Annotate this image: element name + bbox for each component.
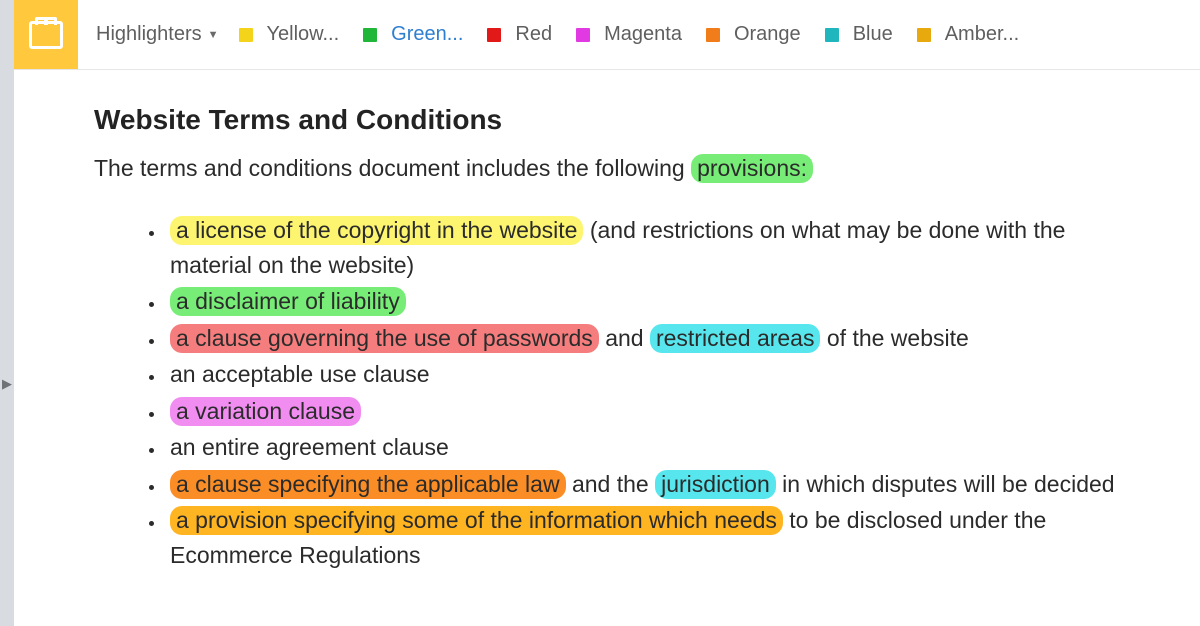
highlighter-option[interactable]: Red [475,23,564,46]
text-run: an acceptable use clause [170,361,430,387]
highlighter-option[interactable]: Green... [351,23,475,46]
color-swatch-icon [487,28,501,42]
highlighted-text[interactable]: a variation clause [170,397,361,426]
list-item: an acceptable use clause [166,357,1150,392]
list-item: a license of the copyright in the websit… [166,213,1150,282]
highlighters-group-dropdown[interactable]: Highlighters ▼ [96,23,227,46]
list-item: a clause governing the use of passwords … [166,321,1150,356]
highlighted-text[interactable]: a disclaimer of liability [170,287,406,316]
highlighted-text[interactable]: a clause specifying the applicable law [170,470,566,499]
chevron-down-icon: ▼ [208,29,219,41]
collapsed-side-panel[interactable]: ▶ [0,0,14,626]
brand-icon [29,21,63,49]
lead-paragraph: The terms and conditions document includ… [94,152,1150,185]
expand-panel-icon[interactable]: ▶ [2,376,12,392]
highlighter-option[interactable]: Amber... [905,23,1031,46]
color-swatch-icon [576,28,590,42]
text-run: and the [566,471,656,497]
lead-text: The terms and conditions document includ… [94,155,691,181]
list-item: a disclaimer of liability [166,284,1150,319]
highlighted-text[interactable]: a provision specifying some of the infor… [170,506,783,535]
highlighter-controls: Highlighters ▼ Yellow... Green... Red Magen… [78,0,1031,69]
highlighter-items: Yellow... Green... Red Magenta Orange Blue Amb… [227,23,1032,46]
main-column: Highlighters ▼ Yellow... Green... Red Magen… [14,0,1200,626]
list-item: a clause specifying the applicable law a… [166,467,1150,502]
page-title: Website Terms and Conditions [94,104,1150,136]
highlighter-option-label: Green... [391,23,463,46]
highlighter-option[interactable]: Yellow... [227,23,352,46]
text-run: an entire agreement clause [170,434,449,460]
document-body: Website Terms and Conditions The terms a… [14,70,1200,594]
text-run: and [599,325,650,351]
highlighter-option-label: Orange [734,23,801,46]
color-swatch-icon [706,28,720,42]
highlighter-option[interactable]: Magenta [564,23,694,46]
app-brand-button[interactable] [14,0,78,69]
highlighted-text[interactable]: a clause governing the use of passwords [170,324,599,353]
highlighters-group-label: Highlighters [96,23,202,46]
app-root: ▶ Highlighters ▼ Yellow... Green... Red Mag… [0,0,1200,626]
highlighter-option[interactable]: Orange [694,23,813,46]
highlighter-option-label: Red [515,23,552,46]
highlighter-option-label: Blue [853,23,893,46]
color-swatch-icon [363,28,377,42]
text-run: in which disputes will be decided [776,471,1115,497]
highlighter-option-label: Magenta [604,23,682,46]
highlighter-option-label: Amber... [945,23,1019,46]
color-swatch-icon [917,28,931,42]
highlighted-text[interactable]: provisions: [691,154,813,183]
list-item: an entire agreement clause [166,430,1150,465]
highlighted-text[interactable]: a license of the copyright in the websit… [170,216,583,245]
document-scroll-area[interactable]: Website Terms and Conditions The terms a… [14,70,1200,626]
list-item: a variation clause [166,394,1150,429]
highlighted-text[interactable]: restricted areas [650,324,821,353]
highlighter-option[interactable]: Blue [813,23,905,46]
list-item: a provision specifying some of the infor… [166,503,1150,572]
provisions-list: a license of the copyright in the websit… [94,213,1150,572]
highlighted-text[interactable]: jurisdiction [655,470,776,499]
color-swatch-icon [825,28,839,42]
text-run: of the website [820,325,968,351]
highlighter-toolbar: Highlighters ▼ Yellow... Green... Red Magen… [14,0,1200,70]
highlighter-option-label: Yellow... [267,23,340,46]
color-swatch-icon [239,28,253,42]
